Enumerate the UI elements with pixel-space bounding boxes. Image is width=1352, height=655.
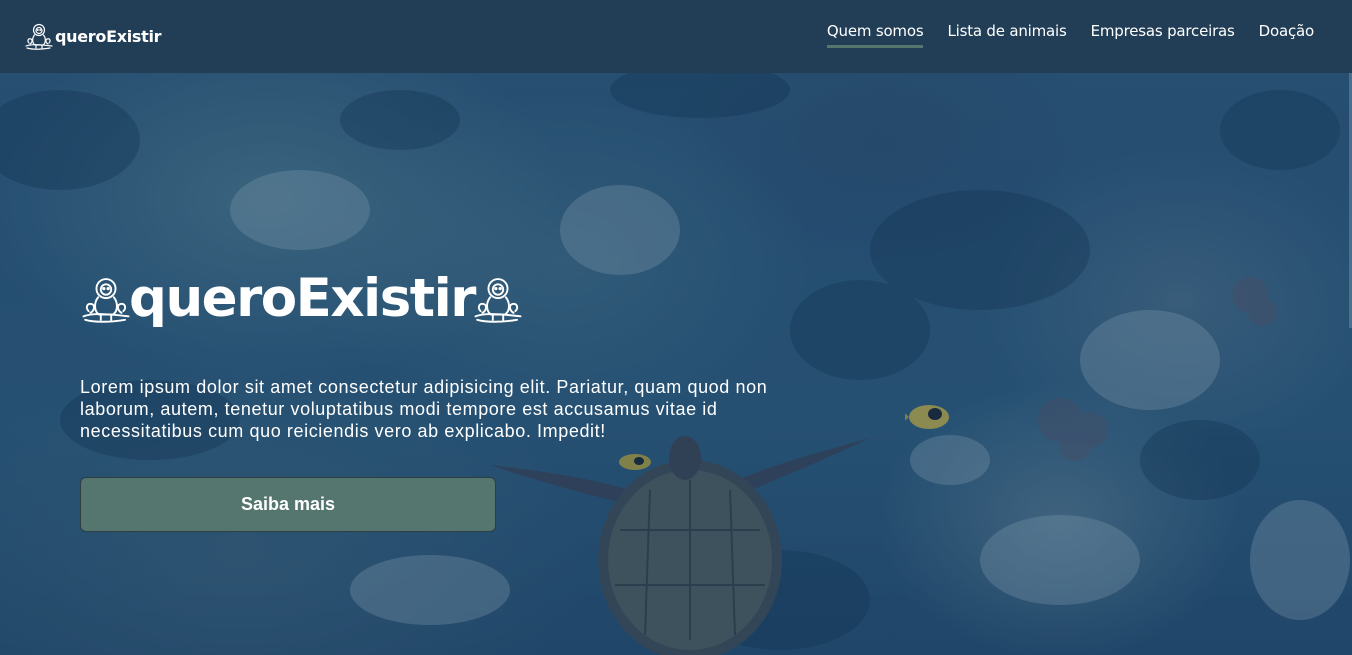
monkey-icon bbox=[474, 278, 522, 323]
brand-link[interactable]: queroExistir bbox=[24, 20, 162, 52]
hero-title-row: queroExistir bbox=[80, 266, 800, 332]
main-nav: Quem somos Lista de animais Empresas par… bbox=[826, 22, 1315, 48]
page: queroExistir Quem somos Lista de animais… bbox=[0, 0, 1352, 655]
saiba-mais-button[interactable]: Saiba mais bbox=[80, 477, 496, 532]
hero-section: queroExistir Lorem ipsum dolor sit amet … bbox=[80, 266, 800, 532]
nav-item-lista-de-animais[interactable]: Lista de animais bbox=[947, 22, 1066, 46]
hero-title: queroExistir bbox=[129, 268, 476, 329]
monkey-icon bbox=[82, 278, 130, 323]
site-header: queroExistir Quem somos Lista de animais… bbox=[0, 0, 1352, 73]
nav-item-doacao[interactable]: Doação bbox=[1259, 22, 1315, 46]
nav-item-quem-somos[interactable]: Quem somos bbox=[826, 22, 924, 48]
hero-description: Lorem ipsum dolor sit amet consectetur a… bbox=[80, 377, 768, 441]
brand-name: queroExistir bbox=[55, 26, 162, 46]
nav-item-empresas-parceiras[interactable]: Empresas parceiras bbox=[1091, 22, 1235, 46]
monkey-icon bbox=[25, 23, 53, 50]
